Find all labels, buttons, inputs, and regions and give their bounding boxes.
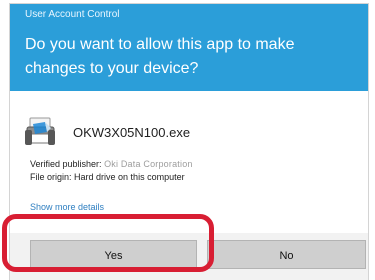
window-title: User Account Control (25, 9, 120, 20)
printer-setup-icon (25, 117, 55, 145)
button-row: Yes No (10, 233, 368, 280)
yes-button[interactable]: Yes (30, 240, 197, 269)
app-name: OKW3X05N100.exe (73, 125, 191, 140)
uac-body: OKW3X05N100.exe Verified publisher: Oki … (10, 91, 368, 280)
show-more-details-link[interactable]: Show more details (30, 202, 104, 213)
permission-question: Do you want to allow this app to make ch… (25, 36, 295, 77)
publisher-label: Verified publisher: (30, 159, 102, 169)
publisher-value: Oki Data Corporation (104, 159, 193, 169)
screenshot-page: User Account Control Do you want to allo… (0, 0, 375, 280)
uac-header: User Account Control Do you want to allo… (10, 4, 368, 91)
origin-value: Hard drive on this computer (74, 172, 185, 182)
no-button[interactable]: No (207, 240, 366, 269)
verified-publisher: Verified publisher: Oki Data Corporation (30, 159, 193, 170)
file-origin: File origin: Hard drive on this computer (30, 172, 185, 183)
origin-label: File origin: (30, 172, 72, 182)
uac-dialog: User Account Control Do you want to allo… (10, 4, 368, 280)
